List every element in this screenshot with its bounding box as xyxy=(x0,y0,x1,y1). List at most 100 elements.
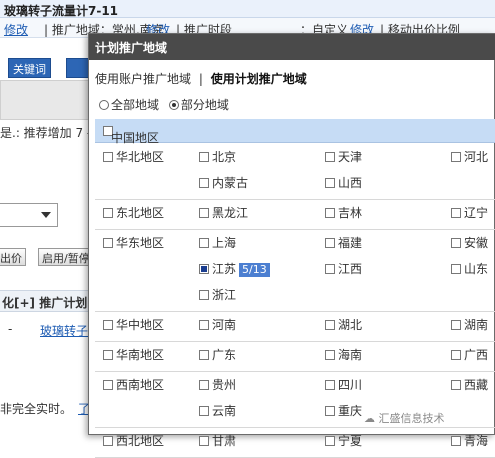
province-checkbox[interactable] xyxy=(451,238,461,248)
region-checkbox[interactable] xyxy=(103,350,113,360)
province-label: 河北 xyxy=(464,150,489,164)
region-checkbox[interactable] xyxy=(103,152,113,162)
radio-all-regions[interactable] xyxy=(99,100,109,110)
enable-pause-button[interactable]: 启用/暂停 xyxy=(38,248,94,266)
province-item[interactable]: 河南 xyxy=(199,316,236,333)
footer-text: 非完全实时。 xyxy=(0,402,73,416)
province-item[interactable]: 西藏 xyxy=(451,376,488,393)
province-item[interactable]: 安徽 xyxy=(451,234,488,251)
province-item[interactable]: 上海 xyxy=(199,234,236,251)
gray-panel xyxy=(0,80,90,120)
hint-text: 是.: 推荐增加 7 - xyxy=(0,126,92,140)
dialog-title-bar: 计划推广地域 xyxy=(89,34,495,60)
radio-partial-regions[interactable] xyxy=(168,100,179,110)
province-label: 福建 xyxy=(338,236,363,250)
province-checkbox[interactable] xyxy=(451,264,461,274)
province-item[interactable]: 广东 xyxy=(199,346,236,363)
province-checkbox[interactable] xyxy=(199,436,209,446)
province-checkbox[interactable] xyxy=(451,208,461,218)
selected-count-badge[interactable]: 5/13 xyxy=(239,263,270,277)
tab-plan-region[interactable]: 使用计划推广地域 xyxy=(211,72,307,86)
province-item[interactable]: 北京 xyxy=(199,148,236,165)
province-item[interactable]: 湖南 xyxy=(451,316,488,333)
region-checkbox[interactable] xyxy=(103,380,113,390)
row-dash: - xyxy=(8,322,13,336)
province-item[interactable]: 云南 xyxy=(199,402,236,419)
province-item[interactable]: 福建 xyxy=(325,234,362,251)
region-checkbox[interactable] xyxy=(103,436,113,446)
province-checkbox[interactable] xyxy=(451,320,461,330)
province-item[interactable]: 重庆 xyxy=(325,402,362,419)
province-checkbox[interactable] xyxy=(325,264,335,274)
province-checkbox[interactable] xyxy=(325,406,335,416)
province-checkbox[interactable] xyxy=(325,436,335,446)
province-checkbox[interactable] xyxy=(325,152,335,162)
province-checkbox[interactable] xyxy=(451,350,461,360)
province-checkbox[interactable] xyxy=(199,238,209,248)
region-checkbox[interactable] xyxy=(103,208,113,218)
province-checkbox[interactable] xyxy=(451,380,461,390)
region-row: 华北地区 北京 天津 河北内蒙古 山西 xyxy=(95,144,495,200)
region-name: 华北地区 xyxy=(103,148,164,165)
province-item[interactable]: 江西 xyxy=(325,260,362,277)
province-item[interactable]: 辽宁 xyxy=(451,204,488,221)
province-item[interactable]: 山东 xyxy=(451,260,488,277)
radio-partial-label: 部分地域 xyxy=(180,98,229,112)
province-item[interactable]: 山西 xyxy=(325,174,362,191)
province-label: 辽宁 xyxy=(464,206,489,220)
region-checkbox[interactable] xyxy=(103,238,113,248)
chevron-down-icon xyxy=(41,212,51,218)
province-checkbox[interactable] xyxy=(325,238,335,248)
edit-link[interactable]: 修改 xyxy=(4,21,28,38)
province-checkbox[interactable] xyxy=(325,380,335,390)
province-checkbox[interactable] xyxy=(199,320,209,330)
province-item[interactable]: 海南 xyxy=(325,346,362,363)
province-label: 广东 xyxy=(212,348,237,362)
tab-keywords[interactable]: 关键词 xyxy=(8,58,51,78)
province-checkbox[interactable] xyxy=(199,152,209,162)
tab-more[interactable] xyxy=(66,58,90,78)
province-label: 安徽 xyxy=(464,236,489,250)
province-checkbox[interactable] xyxy=(325,208,335,218)
province-item[interactable]: 湖北 xyxy=(325,316,362,333)
province-checkbox[interactable] xyxy=(199,380,209,390)
province-item[interactable]: 河北 xyxy=(451,148,488,165)
province-item[interactable]: 内蒙古 xyxy=(199,174,248,191)
province-label: 青海 xyxy=(464,434,489,448)
province-label: 吉林 xyxy=(338,206,363,220)
filter-select[interactable] xyxy=(0,203,58,227)
province-checkbox[interactable] xyxy=(325,178,335,188)
province-item[interactable]: 广西 xyxy=(451,346,488,363)
province-item[interactable]: 江苏 5/13 xyxy=(199,260,270,277)
province-checkbox[interactable] xyxy=(199,406,209,416)
region-name: 东北地区 xyxy=(103,204,164,221)
province-checkbox[interactable] xyxy=(199,208,209,218)
province-item[interactable]: 四川 xyxy=(325,376,362,393)
region-label: 华东地区 xyxy=(116,236,165,250)
region-checkbox[interactable] xyxy=(103,320,113,330)
page-title: 玻璃转子流量计7-11 xyxy=(4,4,119,18)
province-label: 浙江 xyxy=(212,288,237,302)
province-label: 云南 xyxy=(212,404,237,418)
province-checkbox[interactable] xyxy=(199,264,209,274)
tab-account-region[interactable]: 使用账户推广地域 xyxy=(95,72,191,86)
province-checkbox[interactable] xyxy=(199,178,209,188)
plan-link[interactable]: 玻璃转子 xyxy=(40,322,88,339)
tab-separator: | xyxy=(198,72,203,86)
region-label: 华北地区 xyxy=(116,150,165,164)
province-checkbox[interactable] xyxy=(199,350,209,360)
province-checkbox[interactable] xyxy=(325,320,335,330)
province-checkbox[interactable] xyxy=(451,152,461,162)
province-checkbox[interactable] xyxy=(199,290,209,300)
page-title-bar: 玻璃转子流量计7-11 xyxy=(0,0,495,18)
province-item[interactable]: 黑龙江 xyxy=(199,204,248,221)
province-checkbox[interactable] xyxy=(451,436,461,446)
province-item[interactable]: 浙江 xyxy=(199,286,236,303)
bid-button[interactable]: 出价 xyxy=(0,248,26,266)
province-item[interactable]: 吉林 xyxy=(325,204,362,221)
province-checkbox[interactable] xyxy=(325,350,335,360)
province-item[interactable]: 贵州 xyxy=(199,376,236,393)
province-label: 江苏 xyxy=(212,262,237,276)
region-name: 西南地区 xyxy=(103,376,164,393)
province-item[interactable]: 天津 xyxy=(325,148,362,165)
